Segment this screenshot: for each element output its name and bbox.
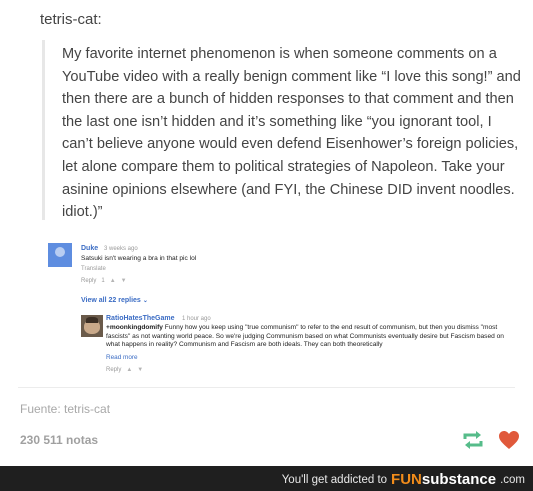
reblog-icon[interactable]	[461, 429, 485, 451]
thumb-down-icon: ▼	[120, 278, 127, 284]
post-author[interactable]: tetris-cat:	[40, 11, 102, 28]
view-all-label: View all 22 replies	[81, 297, 141, 304]
brand-tld: .com	[500, 473, 525, 486]
reply-link: Reply	[81, 278, 97, 284]
translate-link: Translate	[81, 266, 106, 272]
tumblr-post: tetris-cat: My favorite internet phenome…	[0, 0, 533, 466]
thumb-up-icon: ▲	[126, 367, 133, 373]
brand-sub: substance	[421, 471, 497, 488]
brand-fun: FUN	[391, 471, 422, 488]
heart-icon[interactable]	[497, 429, 521, 451]
reply-time: 1 hour ago	[182, 316, 211, 322]
reply-text: +moonkingdomify Funny how you keep using…	[106, 324, 516, 350]
funsubstance-logo: FUNsubstance	[391, 471, 496, 488]
reply-avatar	[81, 315, 103, 337]
thumb-down-icon: ▼	[137, 367, 144, 373]
comment-actions: Reply 1 ▲ ▼	[81, 278, 127, 284]
comment-author: Duke	[81, 245, 99, 252]
thumb-up-icon: ▲	[109, 278, 116, 284]
notes-count[interactable]: 230 511 notas	[20, 433, 98, 447]
chevron-down-icon: ⌄	[142, 298, 148, 304]
avatar	[48, 243, 72, 267]
reply-actions: Reply ▲ ▼	[106, 367, 143, 373]
post-source[interactable]: Fuente: tetris-cat	[20, 402, 110, 416]
divider	[18, 387, 515, 388]
youtube-comment-screenshot: Duke 3 weeks ago Satsuki isn't wearing a…	[44, 236, 524, 384]
reply-mention: +moonkingdomify	[106, 324, 163, 331]
view-all-replies: View all 22 replies ⌄	[81, 297, 148, 304]
reply-body: Funny how you keep using "true communism…	[106, 324, 504, 349]
reply-link: Reply	[106, 367, 122, 373]
comment-time: 3 weeks ago	[104, 246, 138, 252]
quote-text: My favorite internet phenomenon is when …	[62, 46, 521, 221]
footer-tagline: You'll get addicted to	[281, 473, 388, 486]
like-count: 1	[101, 278, 105, 284]
read-more-link: Read more	[106, 354, 138, 361]
comment-text: Satsuki isn't wearing a bra in that pic …	[81, 255, 197, 262]
reply-author: RatioHatesTheGame	[106, 315, 175, 322]
quote-block: My favorite internet phenomenon is when …	[42, 40, 522, 220]
footer-text: You'll get addicted to FUNsubstance .com	[282, 471, 525, 488]
watermark-footer: You'll get addicted to FUNsubstance .com	[0, 466, 533, 491]
